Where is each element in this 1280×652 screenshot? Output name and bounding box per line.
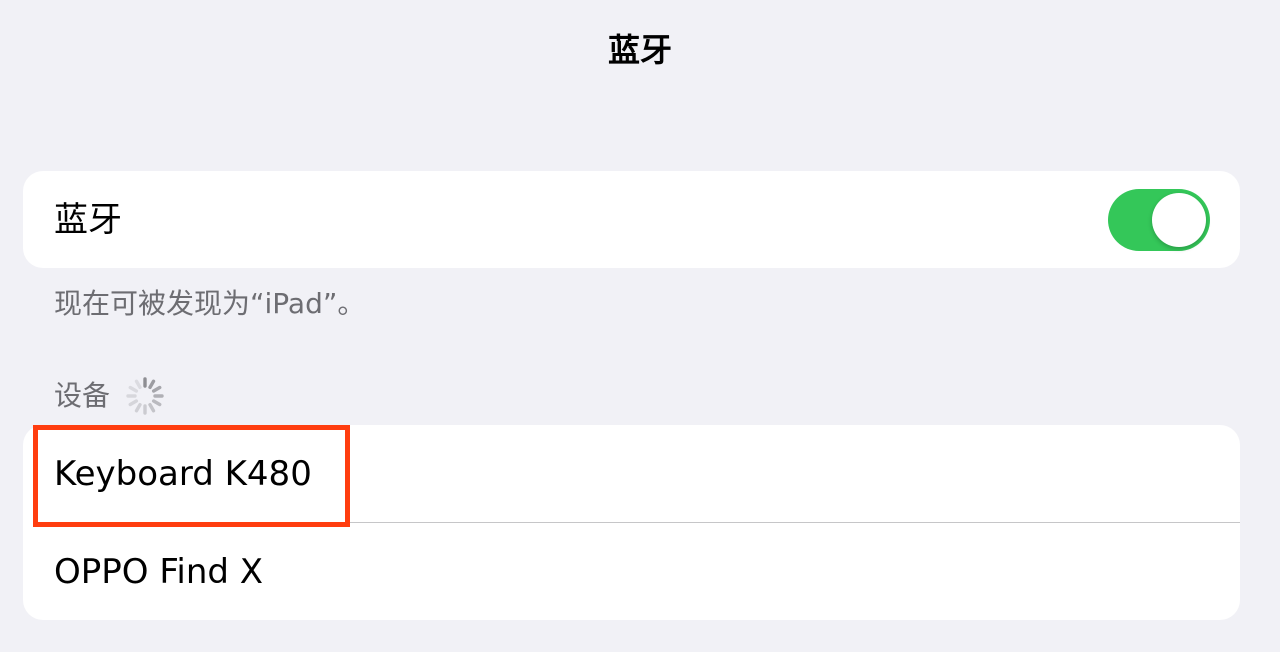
- bluetooth-toggle-switch[interactable]: [1108, 189, 1210, 251]
- device-row-keyboard-k480[interactable]: Keyboard K480: [23, 425, 1240, 522]
- devices-list-card: Keyboard K480 OPPO Find X: [23, 425, 1240, 620]
- bluetooth-toggle-card: 蓝牙: [23, 171, 1240, 268]
- page-title: 蓝牙: [607, 31, 672, 69]
- device-row-oppo-find-x[interactable]: OPPO Find X: [23, 523, 1240, 620]
- device-name-label: Keyboard K480: [54, 453, 312, 494]
- bluetooth-toggle-row: 蓝牙: [23, 171, 1240, 268]
- devices-section-label: 设备: [54, 379, 111, 412]
- bluetooth-toggle-label: 蓝牙: [54, 199, 122, 240]
- device-name-label: OPPO Find X: [54, 551, 264, 592]
- activity-spinner-icon: [126, 377, 164, 415]
- devices-section-header: 设备: [54, 374, 166, 418]
- toggle-knob: [1152, 193, 1206, 247]
- discoverable-note: 现在可被发现为“iPad”。: [54, 287, 366, 320]
